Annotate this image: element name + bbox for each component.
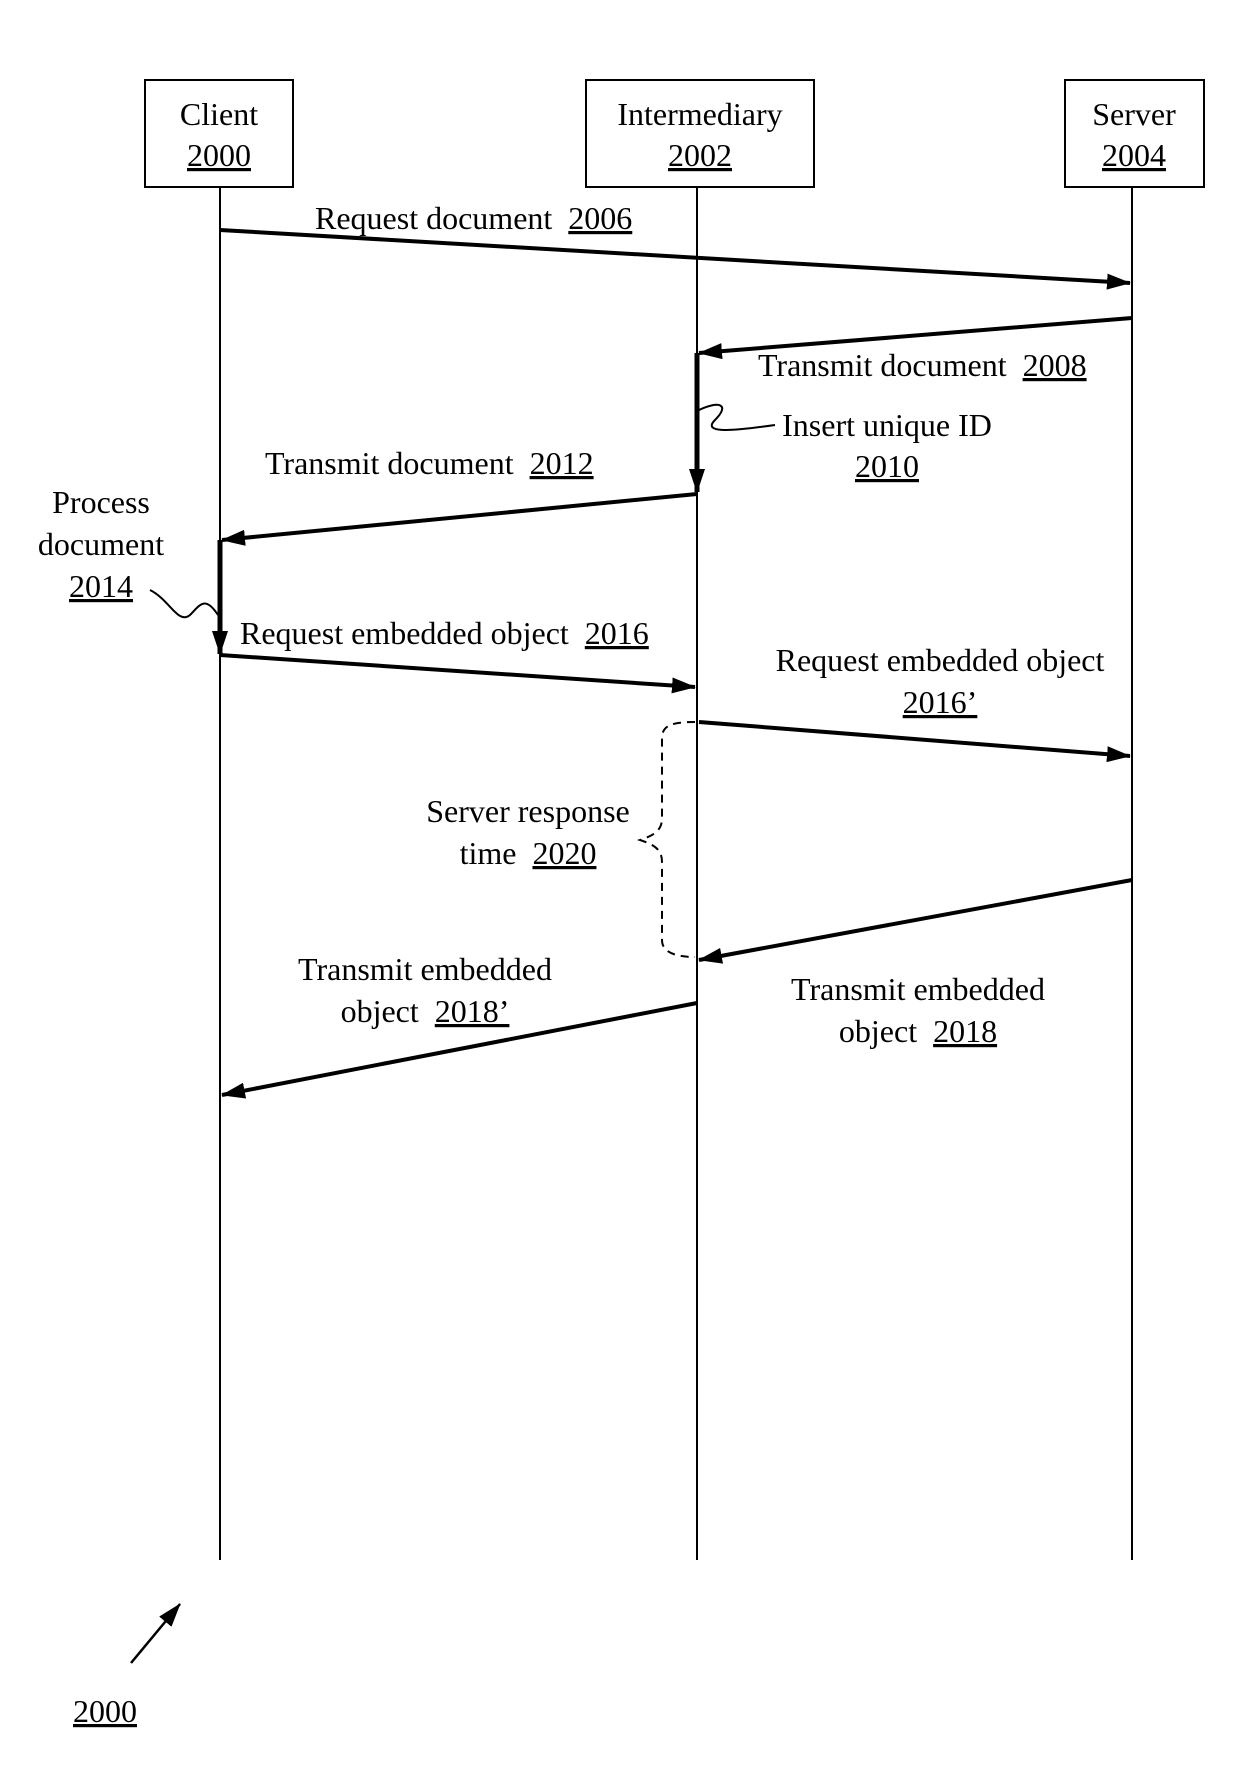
message-label-2018-prime-line1: Transmit embedded [298,951,552,987]
message-label-2012: Transmit document 2012 [265,445,594,481]
participant-server: Server 2004 [1064,79,1205,188]
message-text: Transmit document [265,445,514,481]
figure-ref-arrow [130,1603,181,1664]
message-text: object [341,993,419,1029]
participant-name: Server [1092,96,1176,132]
message-label-2006: Request document 2006 [315,200,632,236]
message-label-2018-prime-line2: object 2018’ [341,993,510,1029]
message-label-2016: Request embedded object 2016 [240,615,649,651]
message-arrow-2016 [219,653,696,694]
message-ref: 2006 [568,200,632,236]
message-label-2016-prime-text: Request embedded object [776,642,1105,678]
message-ref: 2018’ [435,993,510,1029]
message-arrow-2012 [221,492,698,546]
response-time-brace [636,721,696,958]
activity-ref-2010: 2010 [855,448,919,484]
participant-intermediary: Intermediary 2002 [585,79,815,188]
participant-name: Intermediary [617,96,782,132]
participant-client: Client 2000 [144,79,294,188]
message-label-2018-line2: object 2018 [839,1013,997,1049]
message-ref: 2018 [933,1013,997,1049]
message-label-2018-line1: Transmit embedded [791,971,1045,1007]
annotation-ref: 2020 [532,835,596,871]
message-text: Transmit document [758,347,1007,383]
message-label-2016-prime-ref: 2016’ [903,684,978,720]
message-label-2008: Transmit document 2008 [758,347,1087,383]
message-ref: 2016 [585,615,649,651]
message-arrow-2006 [219,228,1131,290]
message-arrow-2018 [698,878,1133,964]
message-ref: 2008 [1023,347,1087,383]
participant-ref: 2000 [187,137,251,173]
message-text: Request document [315,200,552,236]
annotation-text-2020-line1: Server response [426,793,629,829]
activity-text-2014-line1: Process [52,484,150,520]
participant-ref: 2002 [668,137,732,173]
annotation-text: time [460,835,517,871]
leader-line-2010 [698,403,776,431]
message-text: Request embedded object [240,615,569,651]
participant-ref: 2004 [1102,137,1166,173]
message-arrow-2016-prime [698,720,1131,763]
leader-line-2014 [149,589,219,619]
figure-ref-label: 2000 [73,1693,137,1729]
sequence-diagram: Client 2000 Intermediary 2002 Server 200… [38,79,1205,1729]
message-text: object [839,1013,917,1049]
participant-name: Client [180,96,258,132]
activity-ref-2014: 2014 [69,568,133,604]
annotation-text-2020-line2: time 2020 [460,835,597,871]
activity-text-2010: Insert unique ID [782,407,992,443]
activity-text-2014-line2: document [38,526,164,562]
message-ref: 2012 [530,445,594,481]
